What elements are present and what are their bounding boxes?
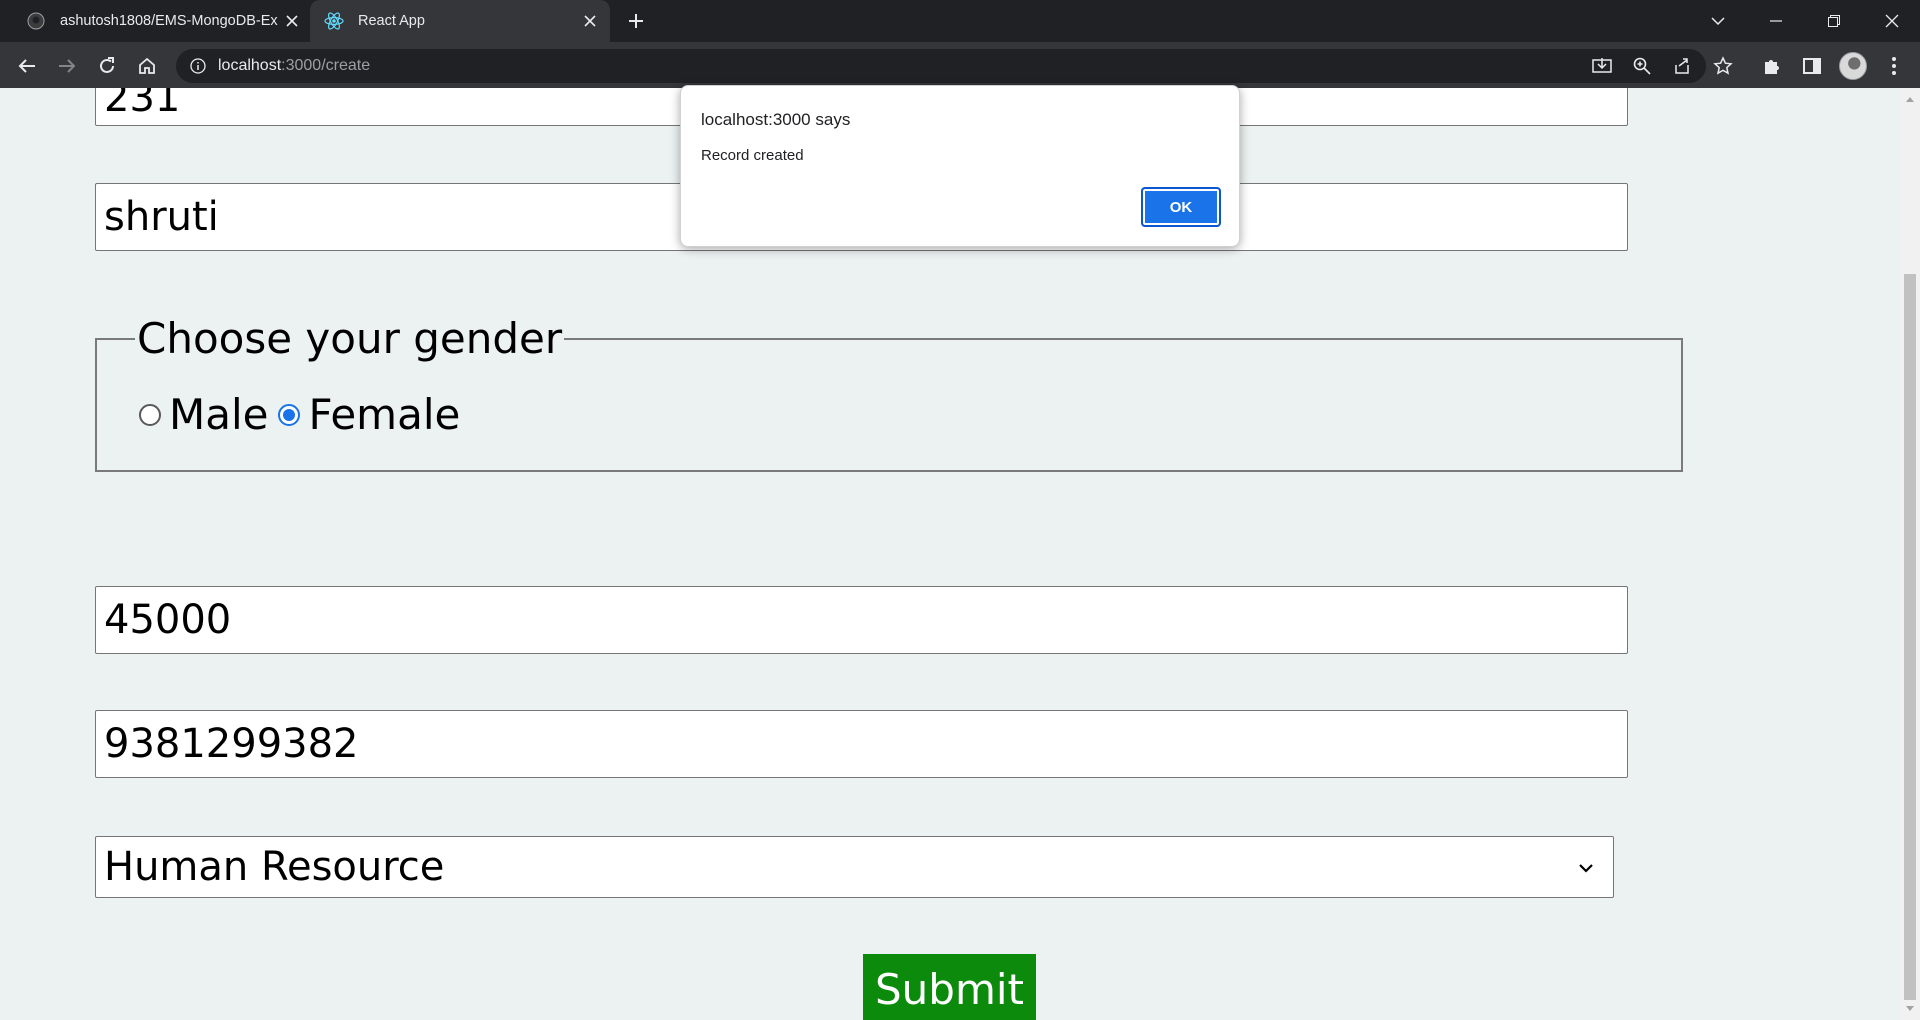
dialog-title: localhost:3000 says (701, 110, 851, 129)
tab-search-icon[interactable] (1690, 0, 1746, 42)
scroll-thumb[interactable] (1904, 274, 1916, 1000)
browser-toolbar: localhost:3000/create (0, 42, 1920, 88)
radio-male-label[interactable]: Male (169, 390, 268, 439)
ok-button[interactable]: OK (1141, 187, 1221, 227)
info-icon[interactable] (188, 56, 208, 76)
url-text: localhost:3000/create (218, 57, 370, 75)
extensions-puzzle-icon[interactable] (1756, 50, 1788, 82)
bookmark-star-icon[interactable] (1707, 50, 1739, 82)
new-tab-button[interactable] (622, 7, 650, 35)
chevron-down-icon (1579, 864, 1593, 873)
url-host: localhost (218, 57, 282, 74)
forward-icon[interactable] (51, 50, 83, 82)
tab-github[interactable]: ashutosh1808/EMS-MongoDB-Ex (12, 0, 312, 42)
profile-avatar[interactable] (1839, 52, 1867, 80)
side-panel-icon[interactable] (1796, 50, 1828, 82)
share-icon[interactable] (1670, 54, 1694, 78)
department-selected-value: Human Resource (104, 844, 445, 890)
github-icon (26, 11, 46, 31)
close-icon[interactable] (278, 7, 306, 35)
menu-dots-icon[interactable] (1878, 50, 1910, 82)
minimize-icon[interactable] (1748, 0, 1804, 42)
department-select[interactable]: Human Resource (95, 836, 1614, 898)
install-app-icon[interactable] (1590, 54, 1614, 78)
scroll-down-icon[interactable] (1904, 1002, 1916, 1016)
back-icon[interactable] (11, 50, 43, 82)
close-icon[interactable] (576, 7, 604, 35)
tab-title: React App (358, 13, 425, 29)
tab-title: ashutosh1808/EMS-MongoDB-Ex (60, 13, 278, 29)
url-path: :3000/create (281, 57, 371, 74)
gender-fieldset: Choose your gender Male Female (95, 314, 1683, 472)
zoom-icon[interactable] (1630, 54, 1654, 78)
reload-icon[interactable] (91, 50, 123, 82)
dialog-message: Record created (701, 147, 804, 164)
alert-dialog: localhost:3000 says Record created OK (680, 85, 1240, 247)
salary-input[interactable]: 45000 (95, 586, 1628, 654)
submit-button[interactable]: Submit (863, 954, 1036, 1020)
tab-react-app[interactable]: React App (310, 0, 610, 42)
phone-input[interactable]: 9381299382 (95, 710, 1628, 778)
radio-male[interactable] (139, 403, 161, 426)
scroll-up-icon[interactable] (1904, 92, 1916, 106)
react-icon (324, 11, 344, 31)
gender-legend: Choose your gender (135, 314, 565, 363)
radio-female[interactable] (278, 403, 301, 426)
gender-options: Male Female (139, 390, 460, 439)
radio-female-label[interactable]: Female (308, 390, 460, 439)
page-scrollbar[interactable] (1900, 88, 1920, 1020)
close-window-icon[interactable] (1864, 0, 1920, 42)
home-icon[interactable] (131, 50, 163, 82)
restore-icon[interactable] (1806, 0, 1862, 42)
tab-bar: ashutosh1808/EMS-MongoDB-Ex React App (0, 0, 1920, 42)
address-bar[interactable]: localhost:3000/create (176, 49, 1706, 83)
